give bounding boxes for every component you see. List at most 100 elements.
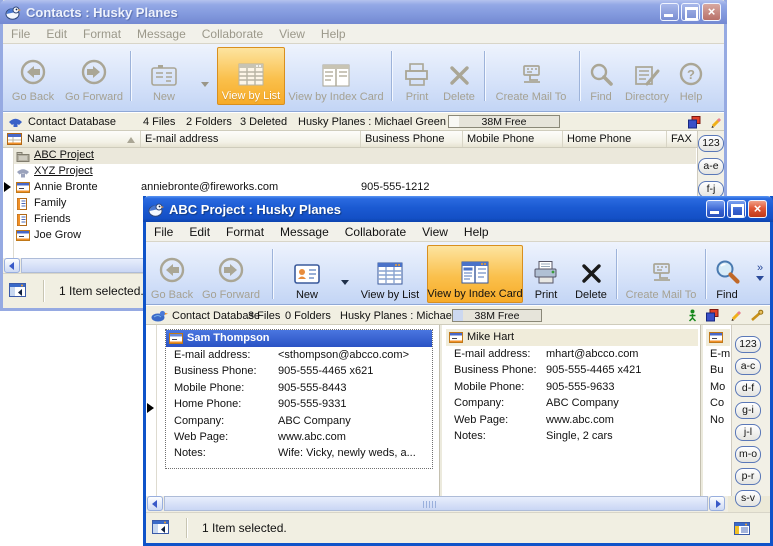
status-separator — [43, 280, 45, 302]
directory-button[interactable]: Directory — [621, 47, 673, 105]
menu-view[interactable]: View — [271, 27, 313, 41]
menu-collaborate[interactable]: Collaborate — [337, 225, 414, 239]
alpha-tab-g-i[interactable]: g-i — [735, 402, 761, 419]
card-field: Co — [706, 395, 730, 411]
overflow-icon: » — [757, 264, 763, 273]
status-separator — [186, 518, 188, 538]
menu-edit[interactable]: Edit — [181, 225, 218, 239]
maximize-button[interactable] — [727, 200, 746, 218]
menu-format[interactable]: Format — [218, 225, 272, 239]
person-green-icon[interactable] — [688, 309, 697, 323]
pages-icon[interactable] — [688, 116, 701, 129]
menu-view[interactable]: View — [414, 225, 456, 239]
pencil-icon[interactable] — [710, 116, 723, 129]
card-field: Notes:Single, 2 cars — [446, 428, 698, 444]
app-bird-icon — [5, 4, 21, 20]
alpha-tab-m-o[interactable]: m-o — [735, 446, 761, 463]
view-by-list-button[interactable]: View by List — [356, 245, 424, 303]
abc-infobar: Contact Database 3 Files 0 Folders Husky… — [146, 305, 770, 325]
column-header-business-phone[interactable]: Business Phone — [361, 131, 463, 147]
view-by-index-card-button[interactable]: View by Index Card — [427, 245, 523, 303]
contacts-titlebar[interactable]: Contacts : Husky Planes × — [0, 0, 727, 24]
close-button[interactable]: × — [748, 200, 767, 218]
group-notebook-icon — [16, 198, 28, 210]
alpha-tab-s-v[interactable]: s-v — [735, 490, 761, 507]
toolbar-overflow-button[interactable]: » — [752, 245, 768, 303]
infobar-folders: 0 Folders — [285, 310, 331, 322]
menu-file[interactable]: File — [146, 225, 181, 239]
scroll-grip — [423, 501, 437, 508]
alpha-tab-a-e[interactable]: a-e — [698, 158, 724, 175]
minimize-button[interactable] — [706, 200, 725, 218]
new-button[interactable]: New — [283, 245, 331, 303]
free-space-fill — [449, 116, 459, 127]
alpha-tab-123[interactable]: 123 — [698, 135, 724, 152]
abc-hscrollbar[interactable] — [146, 496, 728, 512]
panel-toggle-icon[interactable] — [9, 283, 26, 297]
desktop: Contacts : Husky Planes × File Edit Form… — [0, 0, 773, 546]
card-mike-hart[interactable]: Mike Hart E-mail address:mhart@abcco.com… — [446, 329, 698, 451]
directory-icon — [633, 63, 661, 88]
column-header-email[interactable]: E-mail address — [141, 131, 361, 147]
scroll-track[interactable] — [164, 496, 708, 511]
new-dropdown-button[interactable] — [338, 245, 352, 303]
menu-message[interactable]: Message — [272, 225, 337, 239]
find-button[interactable]: Find — [585, 47, 617, 105]
alpha-tab-d-f[interactable]: d-f — [735, 380, 761, 397]
go-back-icon — [156, 256, 188, 286]
card-field: Mo — [706, 379, 730, 395]
panel-toggle-icon[interactable] — [152, 520, 169, 534]
gold-pen-icon[interactable] — [750, 309, 764, 322]
alpha-tab-123[interactable]: 123 — [735, 336, 761, 353]
list-row-annie-bronte[interactable]: Annie Bronte anniebronte@fireworks.com 9… — [14, 180, 696, 196]
alpha-tab-j-l[interactable]: j-l — [735, 424, 761, 441]
menu-format[interactable]: Format — [75, 27, 129, 41]
column-header-name[interactable]: Name — [23, 131, 141, 147]
view-by-list-button[interactable]: View by List — [217, 47, 285, 105]
scroll-left-button[interactable] — [4, 258, 20, 273]
column-divider — [439, 325, 442, 496]
menu-file[interactable]: File — [3, 27, 38, 41]
card-field: Company:ABC Company — [166, 413, 432, 429]
card-name: Sam Thompson — [187, 332, 270, 344]
maximize-button[interactable] — [681, 3, 700, 21]
card-sam-thompson[interactable]: Sam Thompson E-mail address:<sthompson@a… — [165, 329, 433, 469]
menu-help[interactable]: Help — [313, 27, 354, 41]
grid-panel-icon[interactable] — [734, 522, 750, 535]
status-text: 1 Item selected. — [202, 521, 287, 535]
pencil-icon[interactable] — [730, 309, 743, 322]
new-dropdown-button[interactable] — [198, 47, 212, 105]
menu-edit[interactable]: Edit — [38, 27, 75, 41]
card-header: Mike Hart — [446, 329, 698, 346]
close-button[interactable]: × — [702, 3, 721, 21]
minimize-button[interactable] — [660, 3, 679, 21]
print-button[interactable]: Print — [529, 245, 563, 303]
contact-card-icon — [449, 332, 463, 343]
find-button[interactable]: Find — [710, 245, 744, 303]
scroll-left-button[interactable] — [147, 496, 163, 511]
menu-message[interactable]: Message — [129, 27, 194, 41]
new-contact-icon — [150, 64, 178, 88]
list-row-xyz-project[interactable]: XYZ Project — [14, 164, 696, 180]
alpha-tab-a-c[interactable]: a-c — [735, 358, 761, 375]
alpha-tab-p-r[interactable]: p-r — [735, 468, 761, 485]
infobar-account: Husky Planes : Michael Green — [298, 116, 446, 128]
delete-icon — [447, 63, 472, 88]
menu-help[interactable]: Help — [456, 225, 497, 239]
list-gutter — [3, 148, 14, 258]
menu-collaborate[interactable]: Collaborate — [194, 27, 271, 41]
list-row-abc-project[interactable]: ABC Project — [14, 148, 696, 164]
column-header-home-phone[interactable]: Home Phone — [563, 131, 667, 147]
column-header-mobile-phone[interactable]: Mobile Phone — [463, 131, 563, 147]
view-by-index-card-button[interactable]: View by Index Card — [287, 47, 385, 105]
new-button[interactable]: New — [141, 47, 187, 105]
help-button[interactable]: ? Help — [675, 47, 707, 105]
infobar-files: 4 Files — [143, 116, 175, 128]
free-space-text: 38M Free — [482, 116, 527, 128]
pages-icon[interactable] — [706, 309, 719, 322]
card-partial[interactable]: E-m Bu Mo Co No — [706, 329, 730, 451]
delete-button[interactable]: Delete — [570, 245, 612, 303]
scroll-right-button[interactable] — [709, 496, 725, 511]
delete-button: Delete — [439, 47, 479, 105]
abc-titlebar[interactable]: ABC Project : Husky Planes × — [143, 196, 773, 222]
